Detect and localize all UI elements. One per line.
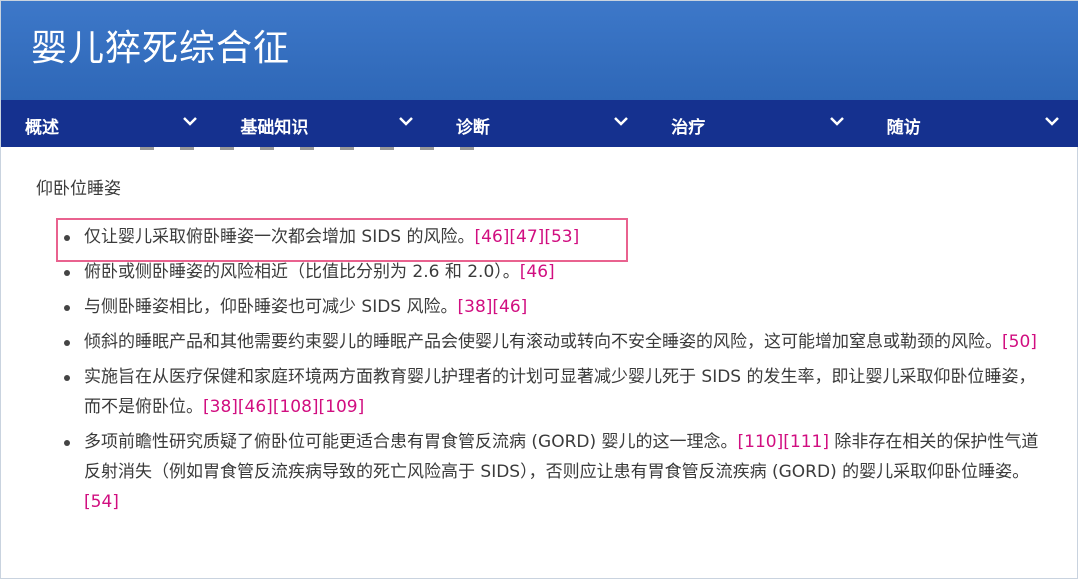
reference-link[interactable]: [50] [1002, 332, 1037, 352]
chevron-down-icon [829, 117, 844, 126]
nav-diagnosis[interactable]: 诊断 [432, 100, 647, 147]
bullet-dot [64, 340, 70, 346]
reference-link[interactable]: [46] [492, 297, 527, 317]
clipped-text-remnant [140, 147, 500, 150]
nav-basics[interactable]: 基础知识 [216, 100, 431, 147]
reference-link[interactable]: [46] [238, 397, 273, 417]
main-content: 仰卧位睡姿 仅让婴儿采取俯卧睡姿一次都会增加 SIDS 的风险。[46][47]… [36, 178, 1046, 522]
list-item: 倾斜的睡眠产品和其他需要约束婴儿的睡眠产品会使婴儿有滚动或转向不安全睡姿的风险，… [36, 327, 1046, 357]
list-item-text: 仅让婴儿采取俯卧睡姿一次都会增加 SIDS 的风险。 [84, 227, 475, 247]
nav-label: 治疗 [671, 118, 706, 138]
chevron-down-icon [614, 117, 629, 126]
reference-link[interactable]: [108] [273, 397, 319, 417]
chevron-down-icon [1045, 117, 1059, 126]
bullet-dot [64, 235, 70, 241]
chevron-down-icon [398, 117, 413, 126]
section-title: 仰卧位睡姿 [36, 179, 121, 199]
reference-link[interactable]: [46] [475, 227, 510, 247]
list-item-text: 与侧卧睡姿相比，仰卧睡姿也可减少 SIDS 风险。 [84, 297, 458, 317]
bullet-dot [64, 305, 70, 311]
reference-link[interactable]: [110] [738, 432, 784, 452]
nav-overview[interactable]: 概述 [1, 100, 216, 147]
nav-follow-up[interactable]: 随访 [863, 100, 1078, 147]
nav-label: 随访 [886, 118, 921, 138]
nav-label: 诊断 [455, 118, 490, 138]
list-item: 与侧卧睡姿相比，仰卧睡姿也可减少 SIDS 风险。[38][46] [36, 292, 1046, 322]
page-header: 婴儿猝死综合征 [1, 1, 1078, 100]
list-item: 实施旨在从医疗保健和家庭环境两方面教育婴儿护理者的计划可显著减少婴儿死于 SID… [36, 362, 1046, 422]
list-item: 仅让婴儿采取俯卧睡姿一次都会增加 SIDS 的风险。[46][47][53] [36, 222, 1046, 252]
bullet-list: 仅让婴儿采取俯卧睡姿一次都会增加 SIDS 的风险。[46][47][53] 俯… [36, 222, 1046, 517]
reference-link[interactable]: [54] [84, 492, 119, 512]
nav-label: 概述 [25, 118, 59, 138]
main-nav: 概述 基础知识 诊断 治疗 随访 [1, 100, 1078, 147]
list-item-text: 多项前瞻性研究质疑了俯卧位可能更适合患有胃食管反流病 (GORD) 婴儿的这一理… [84, 432, 738, 452]
list-item-text: 俯卧或侧卧睡姿的风险相近（比值比分别为 2.6 和 2.0）。 [84, 262, 520, 282]
reference-link[interactable]: [111] [783, 432, 829, 452]
reference-link[interactable]: [38] [203, 397, 238, 417]
bullet-dot [64, 440, 70, 446]
reference-link[interactable]: [53] [544, 227, 579, 247]
list-item-text: 倾斜的睡眠产品和其他需要约束婴儿的睡眠产品会使婴儿有滚动或转向不安全睡姿的风险，… [84, 332, 1002, 352]
bullet-dot [64, 270, 70, 276]
reference-link[interactable]: [46] [520, 262, 555, 282]
reference-link[interactable]: [38] [458, 297, 493, 317]
chevron-down-icon [183, 117, 198, 126]
nav-treatment[interactable]: 治疗 [647, 100, 862, 147]
reference-link[interactable]: [109] [319, 397, 365, 417]
nav-label: 基础知识 [240, 118, 309, 138]
reference-link[interactable]: [47] [509, 227, 544, 247]
bullet-dot [64, 375, 70, 381]
list-item: 多项前瞻性研究质疑了俯卧位可能更适合患有胃食管反流病 (GORD) 婴儿的这一理… [36, 427, 1046, 517]
list-item: 俯卧或侧卧睡姿的风险相近（比值比分别为 2.6 和 2.0）。[46] [36, 257, 1046, 287]
page-title: 婴儿猝死综合征 [31, 28, 291, 69]
